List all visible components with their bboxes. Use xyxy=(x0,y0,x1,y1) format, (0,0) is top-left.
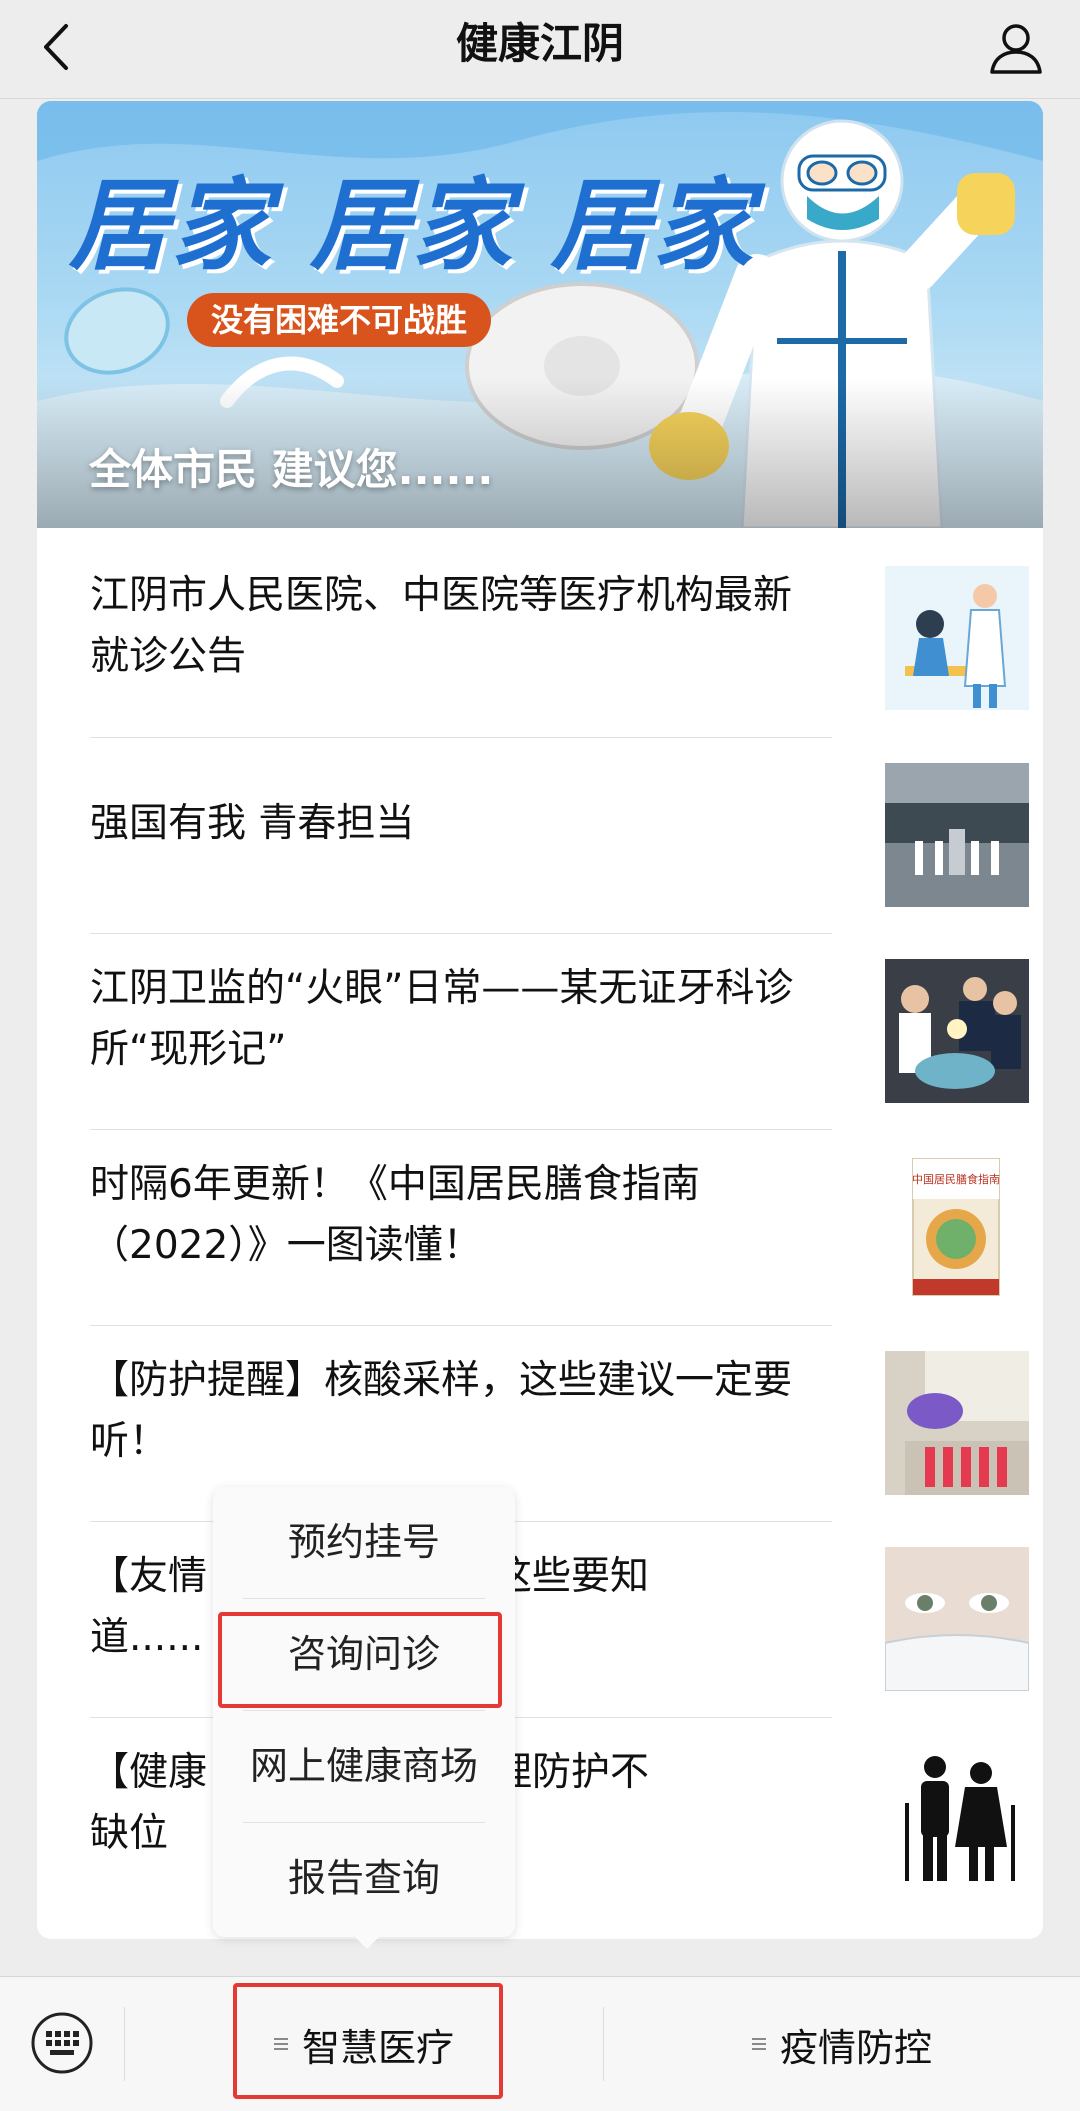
article-thumbnail: 中国居民膳食指南 xyxy=(885,1155,1029,1299)
article-thumbnail xyxy=(885,1743,1029,1887)
list-item[interactable]: 江阴卫监的“火眼”日常——某无证牙科诊所“现形记” xyxy=(90,921,1030,1117)
article-title-visible-a: 【健康 xyxy=(90,1750,208,1795)
menu-item-consultation[interactable]: 咨询问诊 xyxy=(213,1599,515,1710)
user-icon[interactable] xyxy=(986,18,1046,78)
list-item[interactable]: 强国有我 青春担当 xyxy=(90,725,1030,921)
article-card: 居家 居家 居家 没有困难不可战胜 全体市民 建议您...... 江阴市人民医院… xyxy=(37,101,1043,1939)
article-thumbnail xyxy=(885,959,1029,1103)
article-thumbnail xyxy=(885,1351,1029,1495)
article-thumbnail xyxy=(885,1547,1029,1691)
keyboard-icon[interactable] xyxy=(30,2011,94,2075)
article-title: 江阴市人民医院、中医院等医疗机构最新就诊公告 xyxy=(90,573,793,679)
menu-lines-icon xyxy=(751,2035,766,2053)
list-item[interactable]: 江阴市人民医院、中医院等医疗机构最新就诊公告 xyxy=(90,528,1030,724)
menu-item-report-query[interactable]: 报告查询 xyxy=(213,1823,515,1934)
article-thumbnail xyxy=(885,566,1029,710)
menu-item-appointment[interactable]: 预约挂号 xyxy=(213,1487,515,1598)
article-thumbnail xyxy=(885,763,1029,907)
popup-arrow xyxy=(355,1937,379,1949)
menu-smart-medical[interactable]: 智慧医疗 xyxy=(125,1977,603,2111)
article-title: 江阴卫监的“火眼”日常——某无证牙科诊所“现形记” xyxy=(90,966,794,1072)
list-item[interactable]: 时隔6年更新！《中国居民膳食指南（2022）》一图读懂！ 中国居民膳食指南 xyxy=(90,1117,1030,1313)
list-item[interactable]: 【防护提醒】核酸采样，这些建议一定要听！ xyxy=(90,1313,1030,1509)
menu-smart-medical-label: 智慧医疗 xyxy=(301,2025,454,2070)
banner-headline: 居家 居家 居家 xyxy=(69,167,755,284)
article-title: 时隔6年更新！《中国居民膳食指南（2022）》一图读懂！ xyxy=(90,1162,700,1268)
article-title-visible-c: 缺位 xyxy=(90,1811,169,1856)
submenu-popup: 预约挂号 咨询问诊 网上健康商场 报告查询 xyxy=(213,1487,515,1949)
article-title-visible-a: 【友情 xyxy=(90,1554,208,1599)
bottom-menu-bar: 智慧医疗 疫情防控 xyxy=(0,1976,1080,2111)
menu-epidemic-control[interactable]: 疫情防控 xyxy=(604,1977,1080,2111)
top-nav: 健康江阴 xyxy=(0,0,1080,99)
banner-slogan: 没有困难不可战胜 xyxy=(187,293,492,347)
banner-caption: 全体市民 建议您...... xyxy=(89,445,494,494)
article-title: 强国有我 青春担当 xyxy=(90,800,415,846)
menu-lines-icon xyxy=(273,2035,288,2053)
book-title-text: 中国居民膳食指南 xyxy=(912,1172,1000,1186)
page-title: 健康江阴 xyxy=(455,19,624,68)
menu-item-health-mall[interactable]: 网上健康商场 xyxy=(213,1711,515,1822)
menu-epidemic-control-label: 疫情防控 xyxy=(779,2025,932,2070)
article-title: 【防护提醒】核酸采样，这些建议一定要听！ xyxy=(90,1358,793,1464)
article-title-visible-c: 道...... xyxy=(90,1615,204,1660)
banner-article[interactable]: 居家 居家 居家 没有困难不可战胜 全体市民 建议您...... xyxy=(37,101,1043,528)
